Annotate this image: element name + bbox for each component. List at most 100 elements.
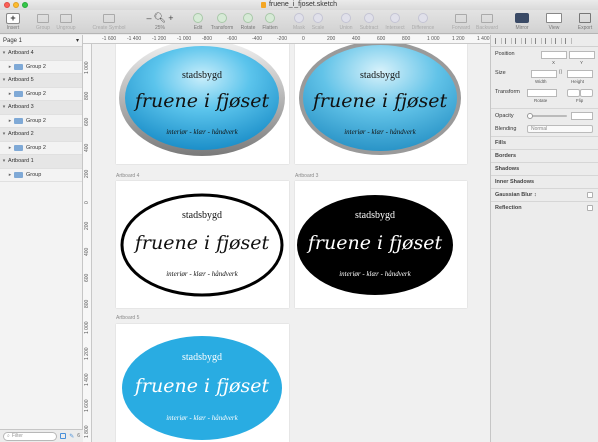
pages-icon[interactable] <box>60 433 67 439</box>
disclosure-down-icon[interactable]: ▾ <box>0 104 8 110</box>
ungroup-button[interactable]: Ungroup <box>54 11 78 31</box>
layer-artboard[interactable]: ▾ Artboard 2 <box>0 128 82 142</box>
opacity-slider-knob[interactable] <box>527 113 533 119</box>
folder-icon <box>14 63 23 70</box>
subtract-button[interactable]: Subtract <box>357 11 381 31</box>
layer-label: Group 2 <box>26 117 46 124</box>
artboard-5[interactable]: stadsbygd fruene i fjøset interiør - klæ… <box>116 324 289 442</box>
flatten-button[interactable]: Flatten <box>259 11 281 31</box>
forward-label: Forward <box>451 25 471 31</box>
logo-glossy-2: stadsbygd fruene i fjøset interiør - klæ… <box>299 44 461 155</box>
layer-artboard[interactable]: ▾ Artboard 5 <box>0 74 82 88</box>
distribute-horizontal-icon[interactable] <box>555 37 562 44</box>
ruler-tick-label: 800 <box>84 91 90 100</box>
position-row: Position X Y <box>491 47 598 66</box>
mask-button[interactable]: Mask <box>290 11 308 31</box>
borders-section[interactable]: Borders <box>491 149 598 162</box>
difference-button[interactable]: Difference <box>409 11 437 31</box>
flip-label: Flip <box>576 98 584 103</box>
reflection-label: Reflection <box>495 205 522 211</box>
backward-button[interactable]: Backward <box>474 11 500 31</box>
page-selector[interactable]: Page 1 ▾ <box>0 35 82 47</box>
reflection-section[interactable]: Reflection <box>491 201 598 214</box>
filter-input[interactable]: ⌕ Filter <box>3 431 58 441</box>
forward-button[interactable]: Forward <box>450 11 472 31</box>
blending-select[interactable]: Normal <box>527 125 593 133</box>
x-field[interactable] <box>541 51 567 59</box>
zoom-in-button[interactable]: + <box>168 13 173 23</box>
disclosure-down-icon[interactable]: ▾ <box>0 50 8 56</box>
align-center-icon[interactable] <box>505 37 512 44</box>
artboard-3-label[interactable]: Artboard 3 <box>295 173 318 179</box>
disclosure-down-icon[interactable]: ▾ <box>0 131 8 137</box>
artboard-top-right[interactable]: stadsbygd fruene i fjøset interiør - klæ… <box>295 44 467 164</box>
artboard-5-label[interactable]: Artboard 5 <box>116 315 139 321</box>
layer-group[interactable]: ▸ Group <box>0 169 82 182</box>
align-middle-icon[interactable] <box>535 37 542 44</box>
page-name: Page 1 <box>3 38 23 44</box>
disclosure-down-icon[interactable]: ▾ <box>0 77 8 83</box>
layer-group[interactable]: ▸ Group 2 <box>0 142 82 155</box>
y-field[interactable] <box>569 51 595 59</box>
layer-artboard[interactable]: ▾ Artboard 1 <box>0 155 82 169</box>
align-top-icon[interactable] <box>525 37 532 44</box>
layer-group[interactable]: ▸ Group 2 <box>0 88 82 101</box>
view-button[interactable]: View <box>542 11 566 31</box>
disclosure-right-icon[interactable]: ▸ <box>6 118 14 124</box>
artboard-4[interactable]: stadsbygd fruene i fjøset interiør - klæ… <box>116 181 289 308</box>
layer-artboard[interactable]: ▾ Artboard 3 <box>0 101 82 115</box>
lock-icon[interactable]: ⌷ <box>559 70 563 77</box>
width-field[interactable] <box>531 70 557 78</box>
disclosure-right-icon[interactable]: ▸ <box>6 172 14 178</box>
fills-section[interactable]: Fills <box>491 136 598 149</box>
artboard-top-left[interactable]: stadsbygd fruene i fjøset interiør - klæ… <box>116 44 289 164</box>
disclosure-right-icon[interactable]: ▸ <box>6 145 14 151</box>
union-button[interactable]: Union <box>337 11 355 31</box>
transform-button[interactable]: Transform <box>208 11 236 31</box>
rotate-button[interactable]: Rotate <box>238 11 258 31</box>
maximize-window-button[interactable] <box>22 2 28 8</box>
insert-button[interactable]: + Insert <box>3 11 23 31</box>
export-button[interactable]: Export <box>574 11 596 31</box>
inner-shadows-section[interactable]: Inner Shadows <box>491 175 598 188</box>
close-window-button[interactable] <box>4 2 10 8</box>
mirror-button[interactable]: Mirror <box>512 11 532 31</box>
layer-group[interactable]: ▸ Group 2 <box>0 115 82 128</box>
edit-button[interactable]: Edit <box>190 11 206 31</box>
layer-group[interactable]: ▸ Group 2 <box>0 61 82 74</box>
artboard-3[interactable]: stadsbygd fruene i fjøset interiør - klæ… <box>295 181 467 308</box>
layer-artboard[interactable]: ▾ Artboard 4 <box>0 47 82 61</box>
align-left-icon[interactable] <box>495 37 502 44</box>
canvas[interactable]: stadsbygd fruene i fjøset interiør - klæ… <box>92 44 490 442</box>
group-button[interactable]: Group <box>33 11 53 31</box>
flip-vertical-button[interactable] <box>580 89 593 97</box>
backward-icon <box>481 13 493 23</box>
disclosure-down-icon[interactable]: ▾ <box>0 158 8 164</box>
ruler-tick-label: 400 <box>352 36 361 42</box>
height-field[interactable] <box>567 70 593 78</box>
align-right-icon[interactable] <box>515 37 522 44</box>
edit-pencil-icon[interactable]: ✎ <box>69 433 74 440</box>
zoom-out-button[interactable]: – <box>147 13 152 23</box>
opacity-field[interactable] <box>571 112 593 120</box>
opacity-slider-track[interactable] <box>527 115 567 117</box>
create-symbol-button[interactable]: Create Symbol <box>91 11 127 31</box>
shadows-section[interactable]: Shadows <box>491 162 598 175</box>
gaussian-blur-section[interactable]: Gaussian Blur ↕ <box>491 188 598 201</box>
scale-button[interactable]: Scale <box>309 11 327 31</box>
intersect-button[interactable]: Intersect <box>383 11 407 31</box>
distribute-vertical-icon[interactable] <box>565 37 572 44</box>
artboard-4-label[interactable]: Artboard 4 <box>116 173 139 179</box>
reflection-checkbox[interactable] <box>587 205 593 211</box>
height-label: Height <box>571 79 585 84</box>
export-label: Export <box>577 25 593 31</box>
rotate-field[interactable] <box>527 89 557 97</box>
align-bottom-icon[interactable] <box>545 37 552 44</box>
disclosure-right-icon[interactable]: ▸ <box>6 64 14 70</box>
minimize-window-button[interactable] <box>13 2 19 8</box>
gaussian-blur-checkbox[interactable] <box>587 192 593 198</box>
search-icon: ⌕ <box>7 433 10 439</box>
disclosure-right-icon[interactable]: ▸ <box>6 91 14 97</box>
flip-horizontal-button[interactable] <box>567 89 580 97</box>
zoom-control[interactable]: – 🔍︎ + 25% <box>145 11 175 32</box>
